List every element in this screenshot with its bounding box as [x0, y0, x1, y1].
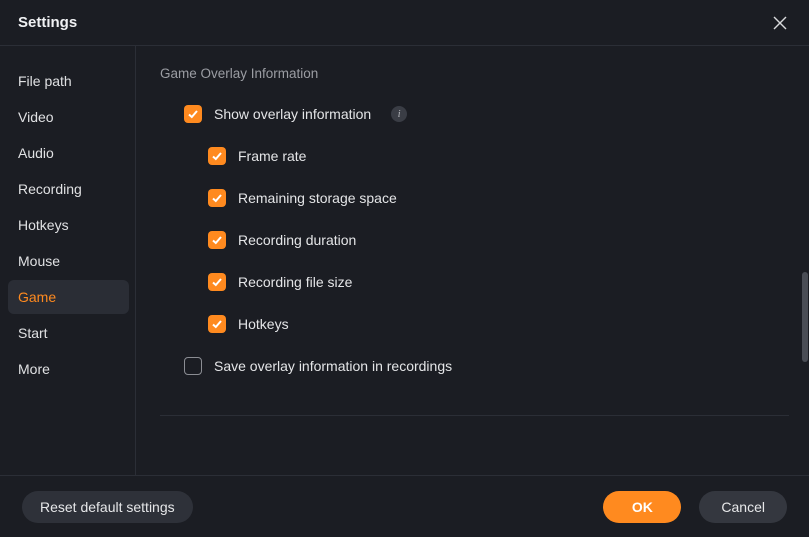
- option-recording-duration: Recording duration: [160, 231, 789, 249]
- checkbox-hotkeys[interactable]: [208, 315, 226, 333]
- sidebar-item-recording[interactable]: Recording: [8, 172, 129, 206]
- close-icon: [773, 16, 787, 30]
- reset-button[interactable]: Reset default settings: [22, 491, 193, 523]
- content-panel: Game Overlay Information Show overlay in…: [136, 46, 809, 475]
- option-save-in-recordings: Save overlay information in recordings: [160, 357, 789, 375]
- titlebar: Settings: [0, 0, 809, 46]
- checkbox-show-overlay[interactable]: [184, 105, 202, 123]
- checkbox-recording-file-size[interactable]: [208, 273, 226, 291]
- label-frame-rate: Frame rate: [238, 148, 306, 164]
- checkbox-frame-rate[interactable]: [208, 147, 226, 165]
- sidebar-item-more[interactable]: More: [8, 352, 129, 386]
- window-title: Settings: [18, 14, 77, 31]
- label-show-overlay: Show overlay information: [214, 106, 371, 122]
- sidebar-item-start[interactable]: Start: [8, 316, 129, 350]
- label-recording-file-size: Recording file size: [238, 274, 352, 290]
- checkbox-save-in-recordings[interactable]: [184, 357, 202, 375]
- label-recording-duration: Recording duration: [238, 232, 356, 248]
- sidebar-item-mouse[interactable]: Mouse: [8, 244, 129, 278]
- check-icon: [187, 108, 199, 120]
- check-icon: [211, 234, 223, 246]
- footer-right: OK Cancel: [603, 491, 787, 523]
- option-frame-rate: Frame rate: [160, 147, 789, 165]
- check-icon: [211, 150, 223, 162]
- option-show-overlay: Show overlay information i: [160, 105, 789, 123]
- label-save-in-recordings: Save overlay information in recordings: [214, 358, 452, 374]
- sidebar-item-game[interactable]: Game: [8, 280, 129, 314]
- label-hotkeys: Hotkeys: [238, 316, 289, 332]
- checkbox-remaining-storage[interactable]: [208, 189, 226, 207]
- check-icon: [211, 318, 223, 330]
- sidebar-item-file-path[interactable]: File path: [8, 64, 129, 98]
- option-hotkeys: Hotkeys: [160, 315, 789, 333]
- info-icon[interactable]: i: [391, 106, 407, 122]
- check-icon: [211, 276, 223, 288]
- sidebar-item-video[interactable]: Video: [8, 100, 129, 134]
- option-remaining-storage: Remaining storage space: [160, 189, 789, 207]
- checkbox-recording-duration[interactable]: [208, 231, 226, 249]
- option-recording-file-size: Recording file size: [160, 273, 789, 291]
- scrollbar-thumb[interactable]: [802, 272, 808, 362]
- sidebar-item-hotkeys[interactable]: Hotkeys: [8, 208, 129, 242]
- label-remaining-storage: Remaining storage space: [238, 190, 397, 206]
- section-title: Game Overlay Information: [160, 66, 789, 81]
- cancel-button[interactable]: Cancel: [699, 491, 787, 523]
- dialog-body: File path Video Audio Recording Hotkeys …: [0, 46, 809, 475]
- close-button[interactable]: [769, 12, 791, 34]
- ok-button[interactable]: OK: [603, 491, 681, 523]
- sidebar-item-audio[interactable]: Audio: [8, 136, 129, 170]
- divider: [160, 415, 789, 416]
- footer: Reset default settings OK Cancel: [0, 475, 809, 537]
- check-icon: [211, 192, 223, 204]
- sidebar: File path Video Audio Recording Hotkeys …: [0, 46, 136, 475]
